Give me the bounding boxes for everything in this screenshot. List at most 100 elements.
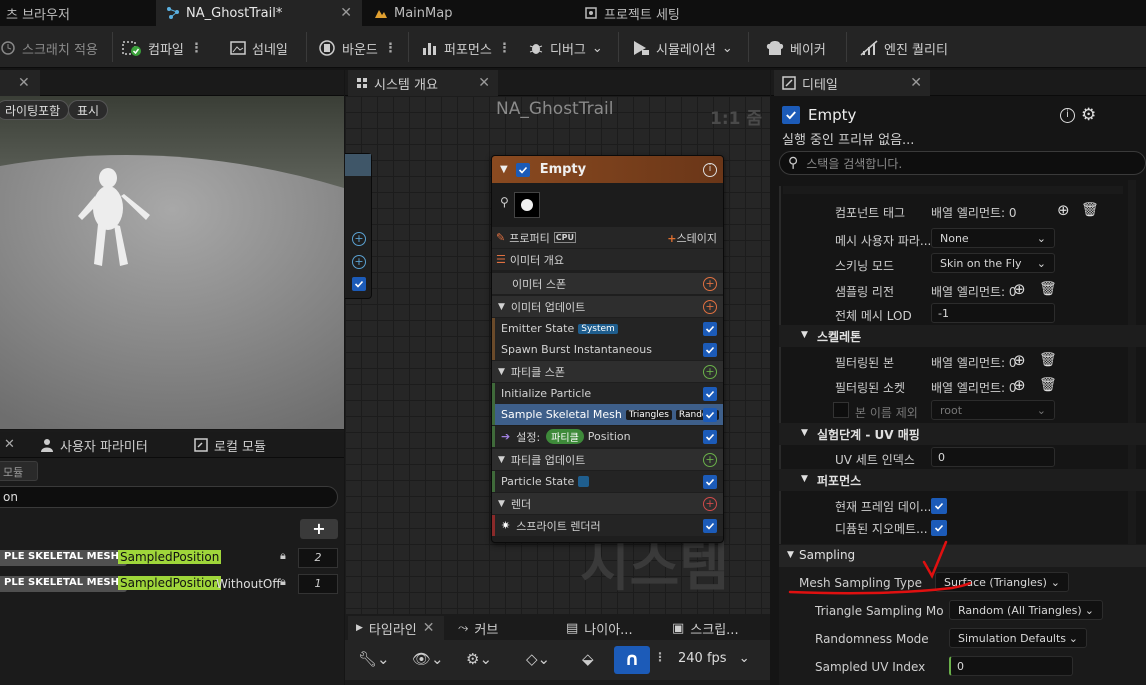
add-element-icon[interactable]: ⊕ xyxy=(1013,375,1026,395)
thumbnail-button[interactable]: 섬네일 xyxy=(230,36,288,60)
tab-system-overview[interactable]: 시스템 개요 ✕ xyxy=(348,70,498,96)
trash-icon[interactable]: 🗑︎ xyxy=(1039,279,1057,299)
mesh-user-param-dropdown[interactable]: None ⌄ xyxy=(931,228,1055,248)
add-element-icon[interactable]: ⊕ xyxy=(1013,350,1026,370)
close-icon[interactable]: ✕ xyxy=(18,75,30,91)
trash-icon[interactable]: 🗑︎ xyxy=(1039,375,1057,395)
collapse-arrow-icon[interactable]: ▼ xyxy=(500,164,508,175)
override-checkbox[interactable] xyxy=(833,402,849,418)
emitter-summary-row[interactable]: ☰ 이미터 개요 xyxy=(492,249,723,270)
close-icon[interactable]: ✕ xyxy=(910,75,922,91)
keyframe-icon[interactable]: ◇⌄ xyxy=(526,650,550,668)
module-enabled-checkbox[interactable] xyxy=(703,407,717,422)
property-exclude-bone-name[interactable]: 본 이름 제외 root ⌄ xyxy=(779,400,1146,424)
property-filtered-bones[interactable]: 필터링된 본 배열 엘리먼트: 0 ⊕ 🗑︎ xyxy=(779,350,1146,374)
gear-icon[interactable]: ⚙︎ xyxy=(1081,105,1096,125)
parameter-search-input[interactable]: on xyxy=(0,486,338,508)
show-menu-chip[interactable]: 표시 xyxy=(68,100,109,120)
module-filter-chip[interactable]: 모듈 xyxy=(0,461,38,481)
tab-user-parameters[interactable]: 사용자 파라미터 xyxy=(32,432,182,458)
tab-project-settings[interactable]: 프로젝트 세팅 xyxy=(574,0,794,26)
property-randomness-mode[interactable]: Randomness Mode Simulation Defaults ⌄ xyxy=(779,628,1146,652)
emitter-node[interactable]: ▼ Empty i ⚲ ✎ 프로퍼티 CPU +스테이지 ☰ 이미터 개요 이미… xyxy=(491,155,724,543)
property-skinning-mode[interactable]: 스키닝 모드 Skin on the Fly ⌄ xyxy=(779,253,1146,277)
info-icon[interactable]: i xyxy=(703,162,717,177)
more-options-icon[interactable]: ⋮ xyxy=(654,650,666,664)
add-pin-icon[interactable]: + xyxy=(352,255,366,269)
parameter-row[interactable]: PLE SKELETAL MESH SampledPosition Withou… xyxy=(0,573,343,595)
skinning-mode-dropdown[interactable]: Skin on the Fly ⌄ xyxy=(931,253,1055,273)
stack-search-input[interactable]: ⚲ 스택을 검색합니다. xyxy=(779,151,1146,175)
render-section[interactable]: ▼ 렌더 + xyxy=(492,493,723,514)
close-icon[interactable]: ✕ xyxy=(4,437,15,452)
add-module-icon[interactable]: + xyxy=(703,299,717,314)
module-particle-state[interactable]: Particle State xyxy=(492,471,723,492)
category-uv-mapping[interactable]: ▼ 실험단계 - UV 매핑 xyxy=(779,423,1146,445)
debug-button[interactable]: 디버그 ⌄ xyxy=(528,36,603,60)
apply-scratch-button[interactable]: 스크래치 적용 xyxy=(0,36,98,60)
info-icon[interactable]: i xyxy=(1060,108,1075,123)
lighting-toggle-chip[interactable]: 라이팅포함 xyxy=(0,100,70,120)
category-skeleton[interactable]: ▼ 스켈레톤 xyxy=(779,325,1146,347)
more-options-icon[interactable]: ⋮ xyxy=(498,41,511,56)
collapse-arrow-icon[interactable]: ▼ xyxy=(498,455,505,465)
user-parameters-node[interactable]: + + xyxy=(345,153,372,299)
add-pin-icon[interactable]: + xyxy=(352,232,366,246)
performance-button[interactable]: 퍼포먼스 ⋮ xyxy=(422,36,511,60)
snap-settings-icon[interactable]: ⚙︎⌄ xyxy=(466,650,492,668)
add-stage-button[interactable]: +스테이지 xyxy=(667,230,717,246)
current-frame-checkbox[interactable] xyxy=(931,496,947,516)
tab-timeline[interactable]: ▶ 타임라인 ✕ xyxy=(348,616,444,640)
module-emitter-state[interactable]: Emitter State System xyxy=(492,318,723,339)
magnet-snap-toggle[interactable]: ∩ xyxy=(614,646,650,674)
fps-dropdown[interactable]: 240 fps ⌄ xyxy=(678,651,750,666)
property-whole-mesh-lod[interactable]: 전체 메시 LOD -1 xyxy=(779,303,1146,327)
module-enabled-checkbox[interactable] xyxy=(703,386,717,401)
trash-icon[interactable]: 🗑︎ xyxy=(1081,200,1099,220)
sampled-uv-index-input[interactable]: 0 xyxy=(949,656,1073,676)
uv-set-index-input[interactable]: 0 xyxy=(931,447,1055,467)
triangle-sampling-dropdown[interactable]: Random (All Triangles) ⌄ xyxy=(949,600,1103,620)
bounds-button[interactable]: 바운드 ⋮ xyxy=(318,36,397,60)
particle-spawn-section[interactable]: ▼ 파티클 스폰 + xyxy=(492,361,723,382)
close-icon[interactable]: ✕ xyxy=(340,5,352,21)
more-options-icon[interactable]: ⋮ xyxy=(190,41,203,56)
property-uv-set-index[interactable]: UV 세트 인덱스 0 xyxy=(779,447,1146,471)
emitter-spawn-section[interactable]: 이미터 스폰 + xyxy=(492,273,723,294)
module-spawn-burst[interactable]: Spawn Burst Instantaneous xyxy=(492,339,723,360)
tab-curves[interactable]: ⤳ 커브 xyxy=(450,616,550,640)
emitter-update-section[interactable]: ▼ 이미터 업데이트 + xyxy=(492,296,723,317)
properties-row[interactable]: ✎ 프로퍼티 CPU +스테이지 xyxy=(492,227,723,248)
close-icon[interactable]: ✕ xyxy=(423,620,435,636)
deformed-geometry-checkbox[interactable] xyxy=(931,518,947,538)
simulation-button[interactable]: 시뮬레이션 ⌄ xyxy=(632,36,733,60)
compile-button[interactable]: 컴파일 ⋮ xyxy=(122,36,203,60)
tab-content-browser[interactable]: 츠 브라우저 xyxy=(0,0,146,26)
auto-key-icon[interactable]: ⬙ xyxy=(582,650,594,668)
close-icon[interactable]: ✕ xyxy=(478,75,490,91)
module-enabled-checkbox[interactable] xyxy=(703,429,717,444)
tab-script[interactable]: ▣ 스크립... xyxy=(664,616,764,640)
tab-na-ghosttrail[interactable]: NA_GhostTrail* ✕ xyxy=(156,0,362,26)
viewport-tab[interactable]: ✕ xyxy=(0,70,40,96)
property-sampling-regions[interactable]: 샘플링 리전 배열 엘리먼트: 0 ⊕ 🗑︎ xyxy=(779,279,1146,303)
add-renderer-icon[interactable]: + xyxy=(703,496,717,511)
scalability-button[interactable]: 엔진 퀄리티 xyxy=(860,36,948,60)
module-sample-skeletal-mesh[interactable]: Sample Skeletal Mesh Triangles Random xyxy=(492,404,723,425)
add-module-icon[interactable]: + xyxy=(703,364,717,379)
preview-viewport[interactable] xyxy=(0,96,344,429)
property-triangle-sampling-mode[interactable]: Triangle Sampling Mo Random (All Triangl… xyxy=(779,600,1146,624)
exclude-bone-dropdown[interactable]: root ⌄ xyxy=(931,400,1055,420)
pin-icon[interactable]: ⚲ xyxy=(500,195,509,209)
module-initialize-particle[interactable]: Initialize Particle xyxy=(492,383,723,404)
module-sprite-renderer[interactable]: ✷ 스프라이트 렌더러 xyxy=(492,515,723,536)
property-mesh-user-param[interactable]: 메시 사용자 파라... None ⌄ xyxy=(779,228,1146,252)
tab-details[interactable]: 디테일 ✕ xyxy=(774,70,930,96)
property-current-frame-data[interactable]: 현재 프레임 데이... xyxy=(779,494,1146,518)
collapse-arrow-icon[interactable]: ▼ xyxy=(498,499,505,509)
more-options-icon[interactable]: ⋮ xyxy=(384,41,397,56)
add-element-icon[interactable]: ⊕ xyxy=(1057,200,1070,220)
eye-icon[interactable]: 👁︎⌄ xyxy=(412,650,444,668)
baker-button[interactable]: 베이커 xyxy=(766,36,826,60)
trash-icon[interactable]: 🗑︎ xyxy=(1039,350,1057,370)
